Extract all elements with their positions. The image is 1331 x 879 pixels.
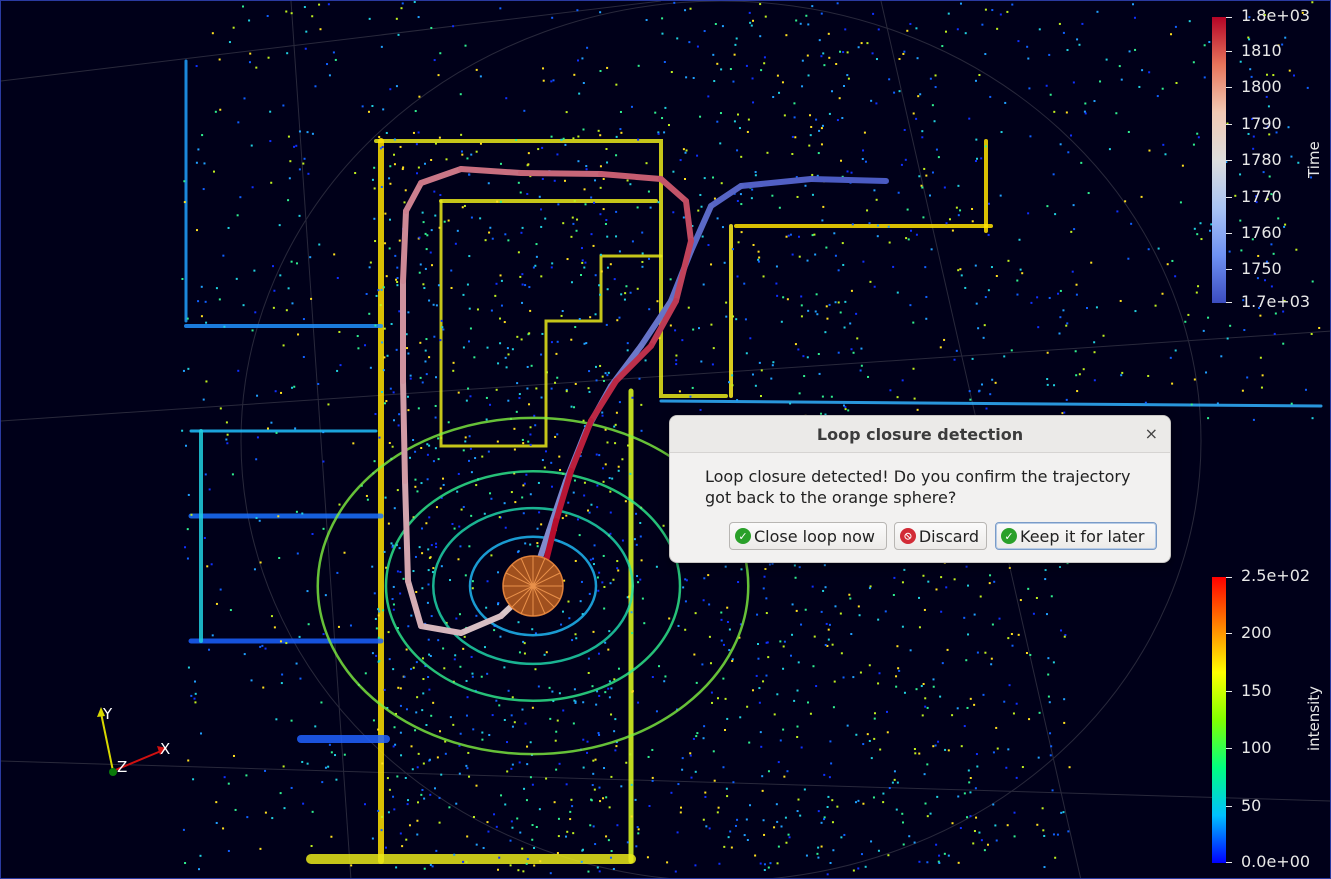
cancel-icon: ⦸ xyxy=(900,528,916,544)
intensity-colorbar xyxy=(1212,577,1226,863)
discard-button[interactable]: ⦸ Discard xyxy=(894,522,987,550)
time-tick-label: 1810 xyxy=(1241,41,1282,60)
time-tick-label: 1760 xyxy=(1241,223,1282,242)
dialog-title: Loop closure detection xyxy=(816,425,1024,444)
time-colorbar xyxy=(1212,17,1226,303)
orientation-axes-widget: Y X Z xyxy=(97,705,170,776)
discard-label: Discard xyxy=(918,526,979,546)
close-loop-now-button[interactable]: ✓ Close loop now xyxy=(729,522,887,550)
intensity-tick-label: 150 xyxy=(1241,681,1272,700)
axis-z-label: Z xyxy=(117,758,127,776)
keep-it-for-later-button[interactable]: ✓ Keep it for later xyxy=(995,522,1157,550)
intensity-tick-label: 200 xyxy=(1241,623,1272,642)
time-tick-label: 1770 xyxy=(1241,187,1282,206)
close-loop-now-label: Close loop now xyxy=(754,526,875,546)
intensity-tick-label: 0.0e+00 xyxy=(1241,852,1311,871)
dialog-message: Loop closure detected! Do you confirm th… xyxy=(705,467,1131,507)
intensity-tick-label: 100 xyxy=(1241,738,1272,757)
close-icon[interactable]: × xyxy=(1145,424,1158,443)
intensity-tick-label: 2.5e+02 xyxy=(1241,566,1311,585)
intensity-colorbar-title: intensity xyxy=(1305,685,1323,751)
dialog-titlebar[interactable]: Loop closure detection × xyxy=(670,416,1170,453)
time-tick-label: 1.7e+03 xyxy=(1241,292,1311,311)
orange-sphere xyxy=(502,555,564,617)
intensity-tick-label: 50 xyxy=(1241,796,1262,815)
time-tick-label: 1.8e+03 xyxy=(1241,6,1311,25)
time-tick-label: 1780 xyxy=(1241,150,1282,169)
3d-viewport[interactable]: 1.8e+03 1810 1800 1790 1780 1770 1760 17… xyxy=(0,0,1331,879)
axis-y-label: Y xyxy=(102,705,113,723)
loop-closure-dialog: Loop closure detection × Loop closure de… xyxy=(670,416,1170,562)
time-colorbar-title: Time xyxy=(1305,141,1323,178)
time-tick-label: 1790 xyxy=(1241,114,1282,133)
check-icon: ✓ xyxy=(735,528,751,544)
time-tick-label: 1800 xyxy=(1241,77,1282,96)
check-icon: ✓ xyxy=(1001,528,1017,544)
keep-it-for-later-label: Keep it for later xyxy=(1020,526,1145,546)
axis-x-label: X xyxy=(160,740,170,758)
time-tick-label: 1750 xyxy=(1241,259,1282,278)
